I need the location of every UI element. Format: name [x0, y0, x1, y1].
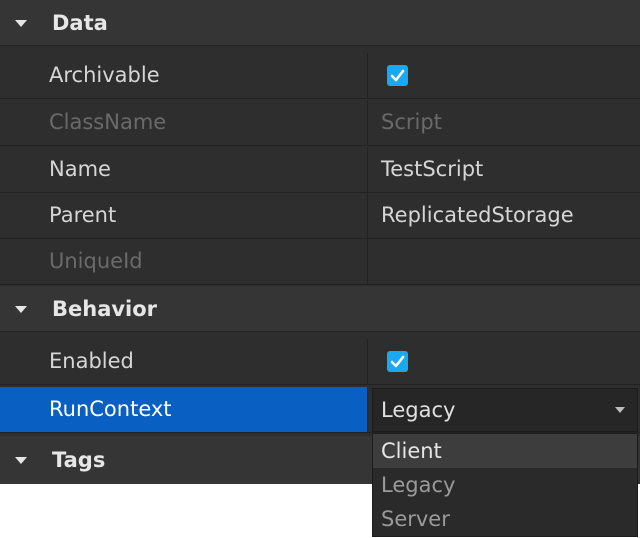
- section-header-behavior[interactable]: Behavior: [0, 286, 640, 332]
- parent-value-field[interactable]: ReplicatedStorage: [370, 193, 640, 238]
- property-value: [370, 53, 640, 98]
- property-name: Name: [0, 147, 368, 192]
- property-row-classname: ClassName Script: [0, 100, 640, 146]
- property-name: Enabled: [0, 339, 368, 384]
- name-value-field[interactable]: TestScript: [370, 147, 640, 192]
- runcontext-dropdown-menu: Client Legacy Server: [372, 433, 638, 537]
- archivable-checkbox[interactable]: [387, 65, 408, 86]
- property-row-parent: Parent ReplicatedStorage: [0, 193, 640, 239]
- dropdown-option-legacy[interactable]: Legacy: [373, 468, 637, 502]
- section-title: Behavior: [52, 296, 158, 321]
- dropdown-selected-value: Legacy: [381, 398, 456, 422]
- property-row-name: Name TestScript: [0, 147, 640, 193]
- chevron-down-icon[interactable]: [615, 407, 625, 413]
- section-title: Tags: [52, 448, 106, 472]
- section-header-data[interactable]: Data: [0, 0, 640, 46]
- checkmark-icon: [390, 355, 405, 368]
- property-name[interactable]: RunContext: [0, 387, 368, 432]
- property-row-archivable: Archivable: [0, 53, 640, 99]
- property-value: [370, 339, 640, 384]
- caret-down-icon[interactable]: [15, 19, 27, 27]
- caret-down-icon[interactable]: [15, 305, 27, 313]
- dropdown-option-server[interactable]: Server: [373, 502, 637, 536]
- caret-down-icon[interactable]: [15, 457, 27, 464]
- property-row-uniqueid: UniqueId: [0, 239, 640, 285]
- dropdown-option-client[interactable]: Client: [373, 434, 637, 468]
- property-value: Script: [381, 110, 442, 134]
- property-name: UniqueId: [0, 239, 368, 284]
- enabled-checkbox[interactable]: [387, 351, 408, 372]
- checkmark-icon: [390, 69, 405, 82]
- section-title: Data: [52, 10, 108, 35]
- property-row-enabled: Enabled: [0, 339, 640, 385]
- property-name: Parent: [0, 193, 368, 238]
- runcontext-dropdown[interactable]: Legacy: [372, 388, 638, 432]
- property-name: ClassName: [0, 100, 368, 145]
- property-name: Archivable: [0, 53, 368, 98]
- property-value: [370, 239, 640, 284]
